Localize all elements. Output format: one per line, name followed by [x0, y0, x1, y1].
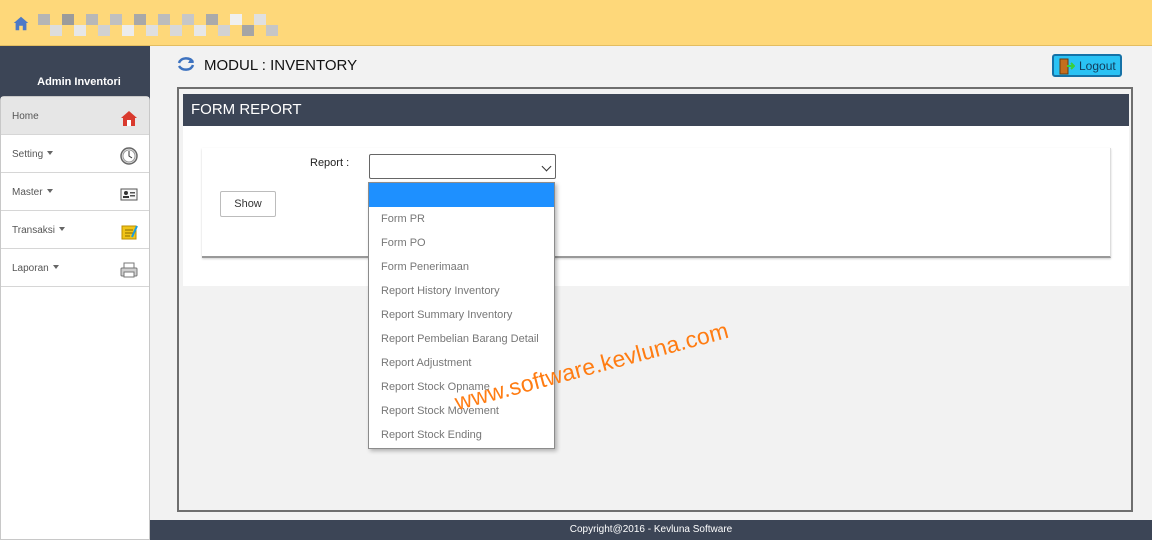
pixel-block [206, 14, 218, 25]
sidebar-item-label: Laporan [12, 263, 59, 274]
pixel-block [98, 25, 110, 36]
show-button[interactable]: Show [220, 191, 276, 217]
sidebar-item-label: Transaksi [12, 225, 65, 236]
notepad-icon [121, 225, 138, 240]
form-report-body: Report : Show [183, 126, 1129, 286]
settings-clock-icon [120, 147, 138, 165]
pixel-block [122, 25, 134, 36]
module-return-icon [177, 57, 195, 71]
sidebar-item-master[interactable]: Master [1, 173, 149, 211]
pixel-block [230, 14, 242, 25]
dropdown-option[interactable]: Report Pembelian Barang Detail [369, 327, 554, 351]
sidebar: Admin Inventori Home Setting Master Tran… [0, 46, 150, 540]
pixel-block [182, 14, 194, 25]
dropdown-option[interactable]: Form PO [369, 231, 554, 255]
dropdown-option[interactable]: Form Penerimaan [369, 255, 554, 279]
dropdown-option[interactable]: Report Stock Ending [369, 423, 554, 447]
dropdown-option[interactable]: Report History Inventory [369, 279, 554, 303]
dropdown-option[interactable]: Form PR [369, 207, 554, 231]
pixel-block [254, 14, 266, 25]
footer: Copyright@2016 - Kevluna Software [150, 520, 1152, 540]
sidebar-item-label: Setting [12, 149, 54, 160]
form-report-header: FORM REPORT [183, 94, 1129, 126]
pixelated-title [38, 14, 278, 36]
sidebar-item-setting[interactable]: Setting [1, 135, 149, 173]
id-card-icon [120, 188, 138, 201]
home-icon[interactable] [12, 14, 30, 32]
pixel-block [242, 25, 254, 36]
pixel-block [170, 25, 182, 36]
pixel-block [86, 14, 98, 25]
pixel-block [134, 14, 146, 25]
sidebar-item-transaksi[interactable]: Transaksi [1, 211, 149, 249]
logout-door-icon [1059, 58, 1075, 75]
panel-title: FORM REPORT [191, 101, 302, 118]
sidebar-item-home[interactable]: Home [1, 97, 149, 135]
logout-button[interactable]: Logout [1052, 54, 1122, 77]
sidebar-item-laporan[interactable]: Laporan [1, 249, 149, 287]
dropdown-option-blank[interactable] [369, 183, 554, 207]
report-frame: FORM REPORT Report : Show [177, 87, 1133, 512]
sidebar-menu: Home Setting Master Transaksi Laporan [0, 96, 150, 540]
pixel-block [194, 25, 206, 36]
module-title: MODUL : INVENTORY [204, 57, 358, 74]
top-bar [0, 0, 1152, 46]
pixel-block [38, 14, 50, 25]
pixel-block [266, 25, 278, 36]
logout-label: Logout [1079, 59, 1116, 73]
chevron-down-icon [541, 161, 552, 172]
pixel-block [146, 25, 158, 36]
pixel-block [74, 25, 86, 36]
pixel-block [50, 25, 62, 36]
pixel-block [62, 14, 74, 25]
sidebar-item-label: Master [12, 187, 53, 198]
main-content: MODUL : INVENTORY Logout FORM REPORT Rep… [158, 46, 1152, 521]
report-select[interactable] [369, 154, 556, 179]
dropdown-option[interactable]: Report Summary Inventory [369, 303, 554, 327]
report-label: Report : [310, 157, 350, 169]
pixel-block [218, 25, 230, 36]
pixel-block [110, 14, 122, 25]
home-icon [121, 111, 137, 126]
sidebar-title: Admin Inventori [37, 76, 121, 88]
sidebar-item-label: Home [12, 111, 39, 122]
report-form: Report : Show [202, 148, 1111, 258]
printer-icon [120, 262, 138, 278]
pixel-block [158, 14, 170, 25]
